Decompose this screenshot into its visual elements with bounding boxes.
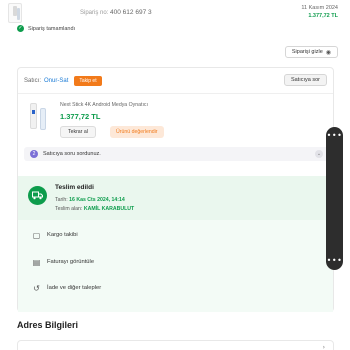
- order-status-text: Sipariş tamamlandı: [28, 25, 76, 32]
- document-icon: ▤: [32, 257, 41, 267]
- check-circle-icon: ✓: [17, 25, 24, 32]
- delivery-title: Teslim edildi: [55, 184, 94, 191]
- question-text: Satıcıya soru sordunuz.: [43, 151, 101, 157]
- delivery-receiver: Teslim alan: KAMİL KARABULUT: [55, 206, 134, 212]
- track-shipment-link[interactable]: ▢ Kargo takibi: [32, 228, 78, 242]
- delivery-date-label: Tarih:: [55, 197, 68, 203]
- returns-link[interactable]: ↺ İade ve diğer talepler: [32, 281, 101, 295]
- question-count-badge: 2: [30, 150, 38, 158]
- truck-icon: [28, 186, 47, 205]
- chevron-right-icon: ›: [322, 344, 325, 350]
- delivery-date: Tarih: 16 Kas Cts 2024, 14:14: [55, 197, 125, 203]
- eye-off-icon: ◉: [325, 48, 331, 56]
- product-name[interactable]: Next Stick 4K Android Medya Oynatıcı: [60, 102, 148, 108]
- order-card: Satıcı: Onur-Sat Takip et Satıcıya sor N…: [17, 67, 334, 312]
- product-image-logo: [32, 110, 35, 114]
- thumbnail-remote: [17, 8, 20, 20]
- view-invoice-label: Faturayı görüntüle: [47, 259, 95, 265]
- order-date: 11 Kasım 2024: [301, 5, 338, 11]
- more-dots-icon-bottom[interactable]: •••: [326, 257, 343, 265]
- product-image-remote: [40, 108, 46, 130]
- order-actions: ▢ Kargo takibi ▤ Faturayı görüntüle ↺ İa…: [18, 220, 333, 312]
- more-dots-icon[interactable]: •••: [326, 132, 343, 140]
- chevron-down-icon[interactable]: ⌄: [315, 150, 323, 158]
- reorder-button[interactable]: Tekrar al: [60, 126, 96, 138]
- card-divider: [18, 93, 333, 94]
- delivery-receiver-value: KAMİL KARABULUT: [83, 206, 135, 212]
- track-shipment-label: Kargo takibi: [47, 232, 78, 238]
- hide-order-label: Siparişi gizle: [291, 49, 323, 55]
- floating-menu[interactable]: ••• •••: [326, 127, 343, 270]
- delivery-status-box: Teslim edildi Tarih: 16 Kas Cts 2024, 14…: [18, 176, 333, 220]
- order-thumbnail[interactable]: [8, 3, 22, 23]
- delivery-receiver-label: Teslim alan:: [55, 206, 83, 212]
- parcel-icon: ▢: [32, 230, 41, 240]
- order-header: Sipariş no: 400 612 697 3 11 Kasım 2024 …: [0, 0, 350, 36]
- seller-question-bar[interactable]: 2 Satıcıya soru sordunuz. ⌄: [24, 147, 329, 161]
- seller-name-link[interactable]: Onur-Sat: [44, 78, 68, 84]
- order-number: Sipariş no: 400 612 697 3: [80, 9, 152, 16]
- product-image-box: [30, 103, 37, 129]
- product-price: 1.377,72 TL: [60, 112, 101, 121]
- ask-seller-button[interactable]: Satıcıya sor: [283, 74, 327, 86]
- order-number-value: 400 612 697 3: [110, 9, 152, 16]
- returns-label: İade ve diğer talepler: [47, 285, 102, 291]
- hide-order-button[interactable]: Siparişi gizle ◉: [284, 46, 338, 58]
- product-image[interactable]: [28, 100, 50, 134]
- address-section-title: Adres Bilgileri: [17, 320, 79, 330]
- return-icon: ↺: [33, 283, 40, 293]
- order-number-label: Sipariş no:: [80, 10, 109, 16]
- order-status: ✓ Sipariş tamamlandı: [17, 25, 75, 32]
- address-box[interactable]: ›: [17, 340, 334, 350]
- order-total: 1.377,72 TL: [308, 13, 338, 19]
- delivery-date-value: 16 Kas Cts 2024, 14:14: [69, 197, 125, 203]
- seller-label: Satıcı:: [24, 78, 42, 84]
- seller-row: Satıcı: Onur-Sat Takip et: [24, 76, 102, 86]
- follow-seller-button[interactable]: Takip et: [74, 76, 102, 86]
- view-invoice-link[interactable]: ▤ Faturayı görüntüle: [32, 255, 94, 269]
- rate-product-button[interactable]: Ürünü değerlendir: [110, 126, 164, 138]
